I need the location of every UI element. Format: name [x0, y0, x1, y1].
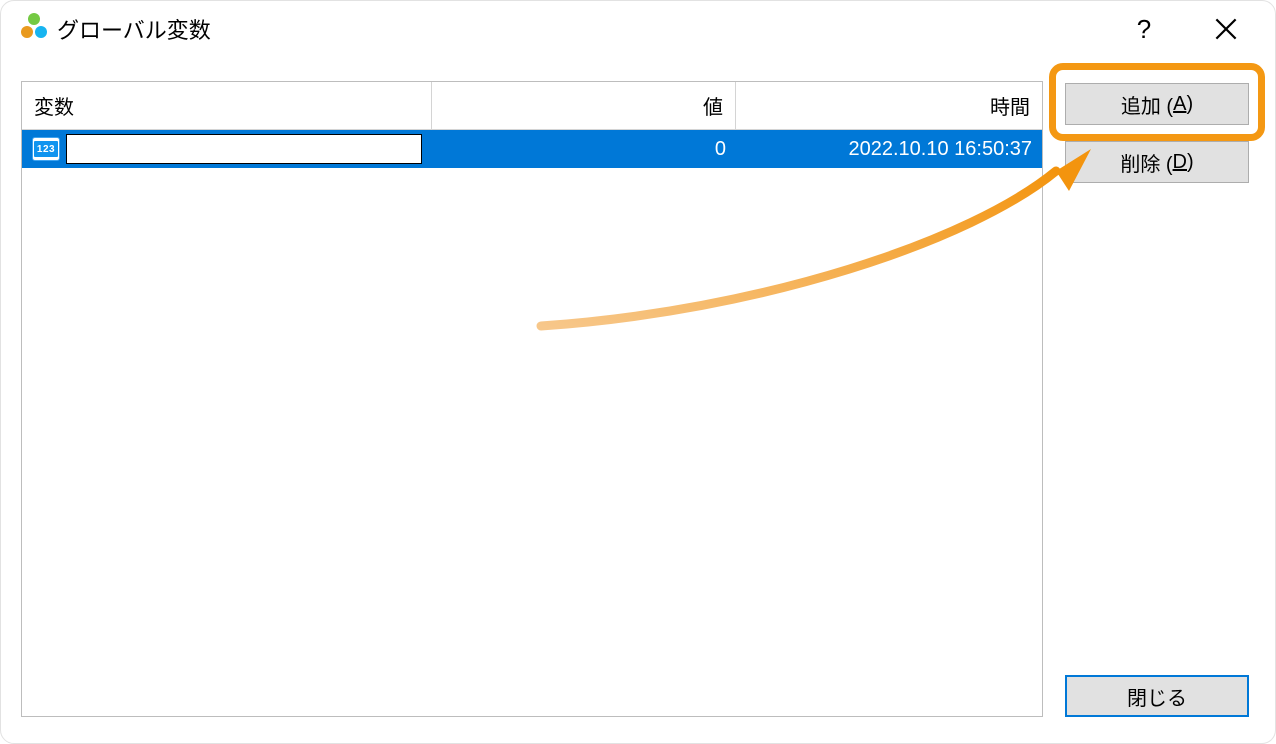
- add-button[interactable]: 追加 (A): [1065, 83, 1249, 125]
- add-button-label: 追加 (: [1121, 90, 1173, 119]
- delete-button-hotkey: D: [1173, 151, 1187, 174]
- help-button[interactable]: ?: [1109, 1, 1179, 57]
- delete-button[interactable]: 削除 (D): [1065, 141, 1249, 183]
- column-header-variable[interactable]: 変数: [22, 82, 432, 130]
- delete-button-label: 削除 (: [1120, 148, 1172, 177]
- variables-grid: 変数 値 時間 123 0 2022.10.10 16:50:37: [21, 81, 1043, 717]
- close-button-label: 閉じる: [1127, 682, 1187, 711]
- close-button[interactable]: 閉じる: [1065, 675, 1249, 717]
- close-icon: [1215, 18, 1237, 40]
- cell-value: 0: [432, 130, 736, 168]
- column-header-time[interactable]: 時間: [736, 82, 1042, 130]
- add-button-hotkey: A: [1173, 93, 1186, 116]
- title-bar: グローバル変数 ?: [1, 1, 1275, 57]
- dialog-window: グローバル変数 ? 変数 値 時間 123 0 2022.10.10 16:50…: [0, 0, 1276, 744]
- cell-time: 2022.10.10 16:50:37: [736, 130, 1042, 168]
- table-row[interactable]: 123 0 2022.10.10 16:50:37: [22, 130, 1042, 168]
- grid-header-row: 変数 値 時間: [22, 82, 1042, 130]
- column-header-value[interactable]: 値: [432, 82, 736, 130]
- window-title: グローバル変数: [57, 13, 211, 45]
- number-type-icon: 123: [32, 137, 60, 161]
- close-window-button[interactable]: [1191, 1, 1261, 57]
- app-icon: [21, 13, 47, 39]
- variable-name-input[interactable]: [66, 134, 422, 164]
